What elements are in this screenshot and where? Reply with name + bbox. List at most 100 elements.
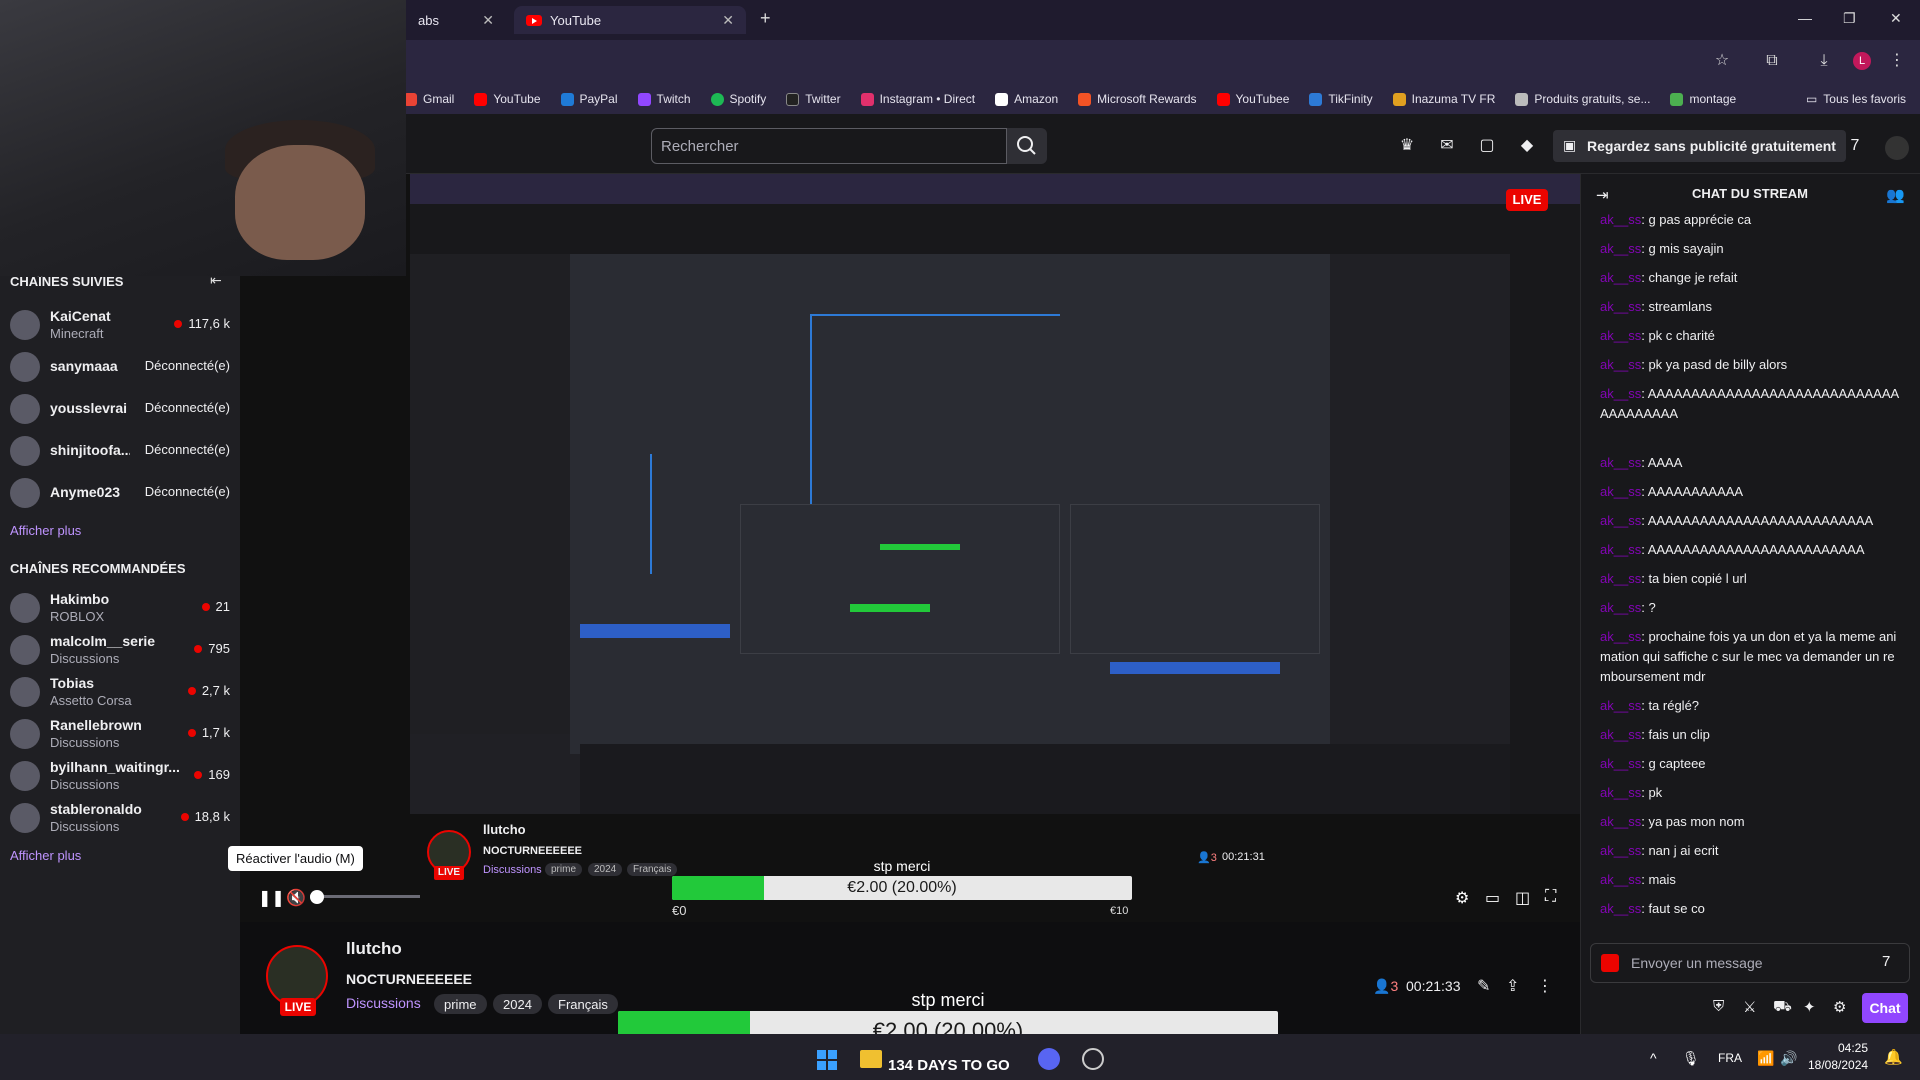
bookmark-microsoft-rewards[interactable]: Microsoft Rewards (1078, 92, 1197, 106)
discord-icon[interactable] (1038, 1048, 1060, 1070)
sidebar-item-shinjitoofa[interactable]: shinjitoofa... Déconnecté(e) (0, 430, 240, 470)
clip-icon[interactable]: ▭ (1485, 888, 1500, 908)
extensions-icon[interactable]: ⧉ (1763, 52, 1781, 70)
fullscreen-icon[interactable]: ⛶ (1545, 888, 1556, 906)
bookmark-inazuma[interactable]: Inazuma TV FR (1392, 92, 1495, 106)
more-options-icon[interactable]: ⋮ (1537, 976, 1553, 996)
bits-icon[interactable]: ◆ (1517, 136, 1537, 156)
chat-username[interactable]: ak__ss (1600, 386, 1641, 401)
restore-icon[interactable]: ❐ (1843, 10, 1856, 27)
sidebar-item-tobias[interactable]: Tobias Assetto Corsa 2,7 k (0, 671, 240, 711)
chat-username[interactable]: ak__ss (1600, 270, 1641, 285)
crown-icon[interactable]: ♛ (1397, 136, 1417, 156)
sword-icon[interactable]: ⚔ (1743, 998, 1756, 1016)
bookmark-youtube[interactable]: YouTube (474, 92, 541, 106)
chat-username[interactable]: ak__ss (1600, 542, 1641, 557)
sidebar-item-stableronaldo[interactable]: stableronaldo Discussions 18,8 k (0, 797, 240, 837)
show-more-followed-link[interactable]: Afficher plus (10, 523, 81, 538)
edit-icon[interactable]: ✎ (1477, 976, 1490, 996)
community-icon[interactable]: 👥 (1886, 186, 1905, 204)
chat-username[interactable]: ak__ss (1600, 901, 1641, 916)
channel-name[interactable]: llutcho (346, 939, 402, 959)
show-more-recommended-link[interactable]: Afficher plus (10, 848, 81, 863)
sidebar-item-ranellebrown[interactable]: Ranellebrown Discussions 1,7 k (0, 713, 240, 753)
search-input[interactable]: Rechercher (651, 128, 1007, 164)
microphone-icon[interactable]: 🎙 (1682, 1050, 1700, 1067)
bookmark-spotify[interactable]: Spotify (710, 92, 766, 106)
ad-free-button[interactable]: ▣ Regardez sans publicité gratuitement (1553, 130, 1846, 162)
category-link[interactable]: Discussions (346, 995, 421, 1011)
chat-input[interactable]: Envoyer un message (1590, 943, 1910, 983)
bookmark-montage[interactable]: montage (1670, 92, 1736, 106)
chat-username[interactable]: ak__ss (1600, 299, 1641, 314)
close-tab-icon[interactable]: ✕ (482, 12, 494, 29)
chat-username[interactable]: ak__ss (1600, 328, 1641, 343)
mute-icon[interactable]: 🔇 (286, 888, 306, 908)
user-avatar[interactable] (1885, 136, 1909, 160)
tikfinity-icon[interactable]: 7 (1882, 953, 1890, 970)
tikfinity-icon[interactable]: 7 (1845, 136, 1865, 156)
new-tab-button[interactable]: + (760, 8, 771, 29)
minimize-icon[interactable]: — (1798, 10, 1812, 26)
theatre-mode-icon[interactable]: ◫ (1515, 888, 1530, 908)
shield-icon[interactable]: ⛨ (1713, 998, 1724, 1015)
whispers-icon[interactable]: ▢ (1477, 136, 1497, 156)
chat-username[interactable]: ak__ss (1600, 785, 1641, 800)
sidebar-item-hakimbo[interactable]: Hakimbo ROBLOX 21 (0, 587, 240, 627)
tag-prime[interactable]: prime (434, 994, 487, 1014)
clock-date[interactable]: 18/08/2024 (1808, 1058, 1868, 1072)
profile-avatar[interactable]: L (1853, 52, 1871, 70)
chat-username[interactable]: ak__ss (1600, 484, 1641, 499)
video-player[interactable] (240, 174, 1580, 922)
pause-icon[interactable]: ❚❚ (258, 888, 285, 908)
close-tab-icon[interactable]: ✕ (722, 12, 734, 29)
bookmark-instagram[interactable]: Instagram • Direct (860, 92, 975, 106)
close-window-icon[interactable]: ✕ (1890, 10, 1902, 27)
file-explorer-icon[interactable] (860, 1050, 882, 1068)
tool-icon[interactable]: ✦ (1803, 998, 1816, 1016)
search-button[interactable] (1007, 128, 1047, 164)
tag-2024[interactable]: 2024 (493, 994, 542, 1014)
settings-icon[interactable]: ⚙ (1833, 998, 1846, 1016)
browser-tab-youtube[interactable]: YouTube ✕ (514, 6, 746, 34)
chat-username[interactable]: ak__ss (1600, 843, 1641, 858)
sidebar-item-byilhann[interactable]: byilhann_waitingr... Discussions 169 (0, 755, 240, 795)
bookmark-amazon[interactable]: Amazon (995, 92, 1058, 106)
bookmark-produits-gratuits[interactable]: Produits gratuits, se... (1515, 92, 1650, 106)
chat-username[interactable]: ak__ss (1600, 241, 1641, 256)
bookmark-tikfinity[interactable]: TikFinity (1309, 92, 1373, 106)
chat-username[interactable]: ak__ss (1600, 600, 1641, 615)
sidebar-item-kaicenat[interactable]: KaiCenat Minecraft 117,6 k (0, 304, 240, 344)
volume-icon[interactable]: 🔊 (1780, 1050, 1797, 1067)
settings-icon[interactable]: ⚙ (1455, 888, 1469, 908)
chat-username[interactable]: ak__ss (1600, 513, 1641, 528)
language-indicator[interactable]: FRA (1718, 1051, 1742, 1065)
chat-username[interactable]: ak__ss (1600, 212, 1641, 227)
chat-username[interactable]: ak__ss (1600, 872, 1641, 887)
all-bookmarks-button[interactable]: ▭ Tous les favoris (1806, 92, 1906, 106)
bookmark-twitter[interactable]: Twitter (786, 92, 841, 106)
sidebar-item-malcolm-serie[interactable]: malcolm__serie Discussions 795 (0, 629, 240, 669)
chat-username[interactable]: ak__ss (1600, 455, 1641, 470)
chat-username[interactable]: ak__ss (1600, 814, 1641, 829)
inbox-icon[interactable]: ✉ (1437, 136, 1457, 156)
share-icon[interactable]: ⇪ (1506, 976, 1519, 996)
cart-icon[interactable]: ⛟ (1773, 998, 1792, 1017)
volume-slider[interactable] (310, 895, 420, 898)
bookmark-youtubee[interactable]: YouTubee (1216, 92, 1289, 106)
chat-username[interactable]: ak__ss (1600, 357, 1641, 372)
obs-icon[interactable] (1082, 1048, 1104, 1070)
chat-username[interactable]: ak__ss (1600, 571, 1641, 586)
sidebar-item-youssleverai[interactable]: yousslevrai Déconnecté(e) (0, 388, 240, 428)
volume-handle[interactable] (310, 890, 324, 904)
wifi-icon[interactable]: 📶 (1757, 1050, 1774, 1067)
chat-username[interactable]: ak__ss (1600, 756, 1641, 771)
sidebar-item-sanymaaa[interactable]: sanymaaa Déconnecté(e) (0, 346, 240, 386)
notification-icon[interactable]: 🔔 (1884, 1048, 1903, 1066)
browser-tab-inactive[interactable]: abs ✕ (406, 6, 506, 34)
download-icon[interactable]: ⤓ (1815, 52, 1833, 70)
menu-dots-icon[interactable]: ⋮ (1888, 52, 1906, 70)
windows-start-icon[interactable] (817, 1050, 837, 1070)
star-icon[interactable]: ☆ (1713, 52, 1731, 70)
clock-time[interactable]: 04:25 (1822, 1041, 1868, 1055)
